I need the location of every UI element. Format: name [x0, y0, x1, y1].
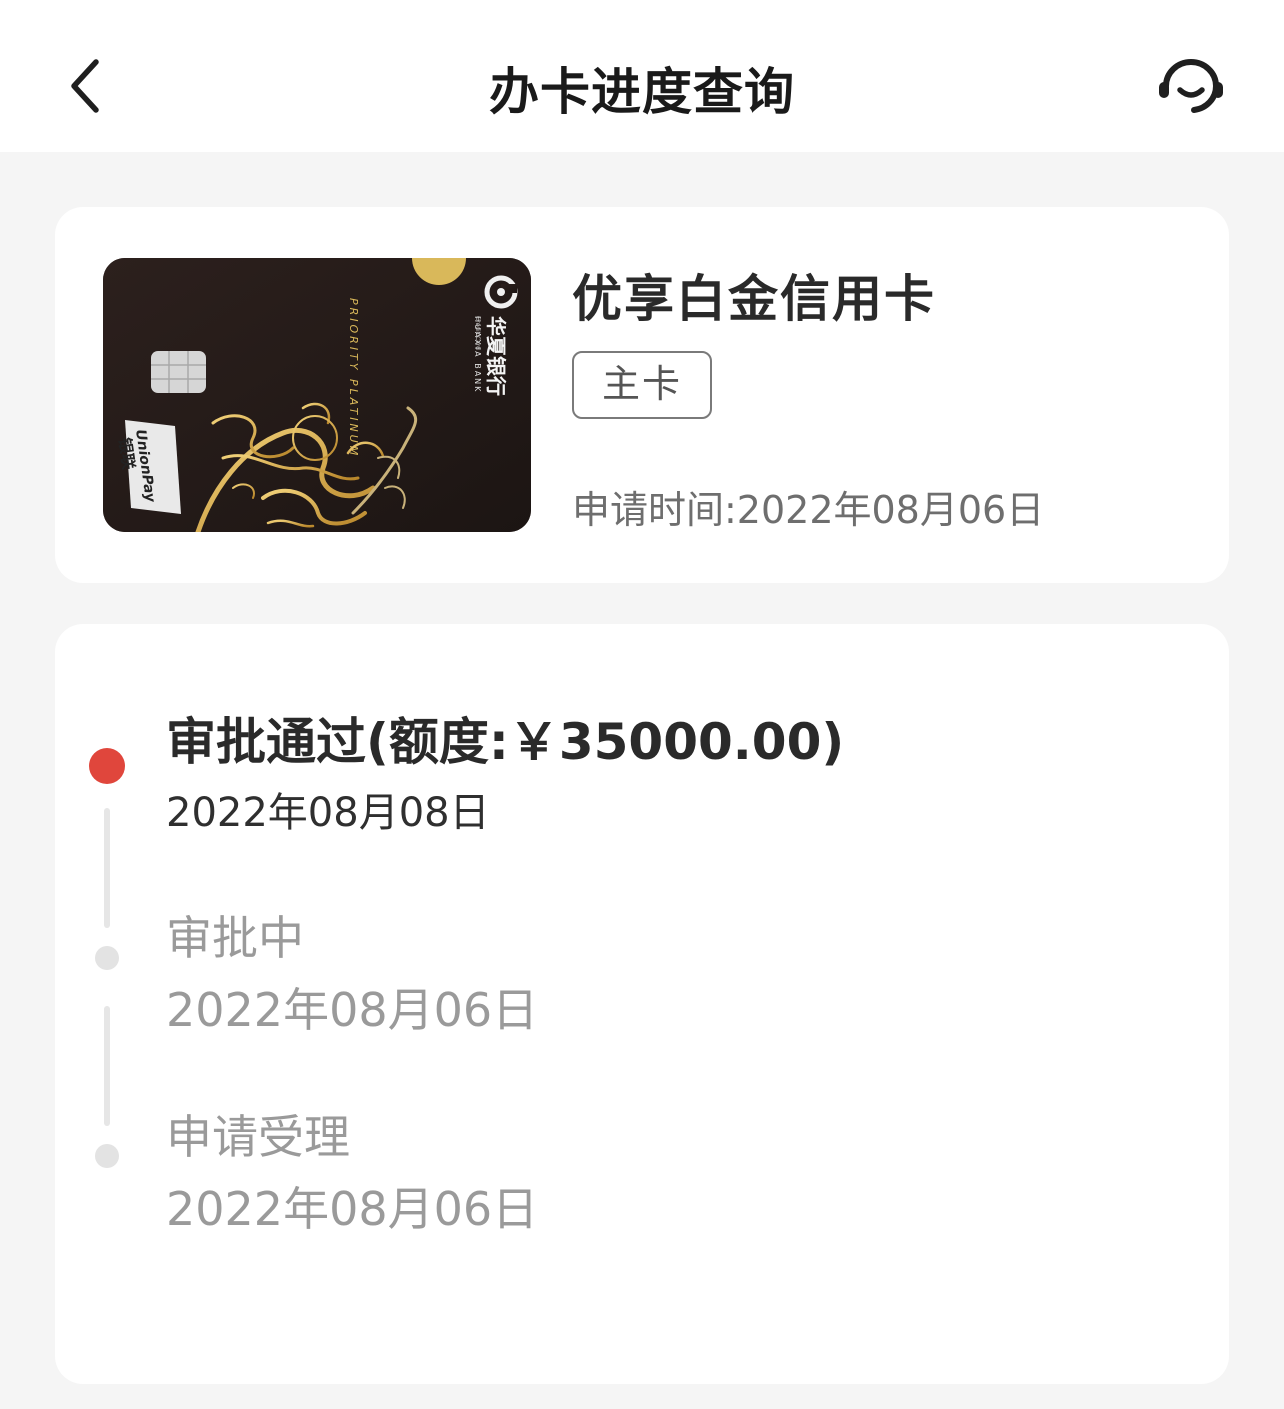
page-title: 办卡进度查询 [489, 63, 795, 121]
nav-bar: 办卡进度查询 [0, 0, 1284, 152]
svg-text:PRIORITY PLATINUM: PRIORITY PLATINUM [347, 298, 360, 458]
customer-service-icon [1159, 59, 1223, 113]
svg-text:Credit Card: Credit Card [474, 316, 481, 350]
svg-text:华夏银行: 华夏银行 [484, 316, 508, 396]
timeline-dot-current [89, 748, 125, 784]
step-date-reviewing: 2022年08月06日 [166, 983, 539, 1037]
card-name: 优享白金信用卡 [572, 270, 936, 328]
step-title-reviewing: 审批中 [166, 911, 304, 965]
credit-card-image: 华夏银行 HUAXIA BANK Credit Card PRIORITY PL… [103, 258, 531, 532]
customer-service-button[interactable] [1156, 56, 1226, 118]
step-title-approved: 审批通过(额度:￥35000.00) [166, 713, 845, 771]
card-tag-badge: 主卡 [572, 351, 712, 419]
apply-time: 申请时间:2022年08月06日 [572, 488, 1045, 532]
step-date-approved: 2022年08月08日 [166, 790, 490, 836]
step-title-accepted: 申请受理 [166, 1110, 350, 1164]
progress-panel: 审批通过(额度:￥35000.00) 2022年08月08日 审批中 2022年… [55, 624, 1229, 1384]
card-chip [151, 351, 206, 393]
card-info-panel: 华夏银行 HUAXIA BANK Credit Card PRIORITY PL… [55, 207, 1229, 583]
card-series-text: PRIORITY PLATINUM [347, 298, 360, 458]
timeline-dot [95, 946, 119, 970]
step-date-accepted: 2022年08月06日 [166, 1182, 539, 1236]
timeline-connector [104, 808, 110, 928]
card-type-text: Credit Card [474, 316, 481, 350]
timeline-connector [104, 1006, 110, 1126]
timeline-dot [95, 1144, 119, 1168]
